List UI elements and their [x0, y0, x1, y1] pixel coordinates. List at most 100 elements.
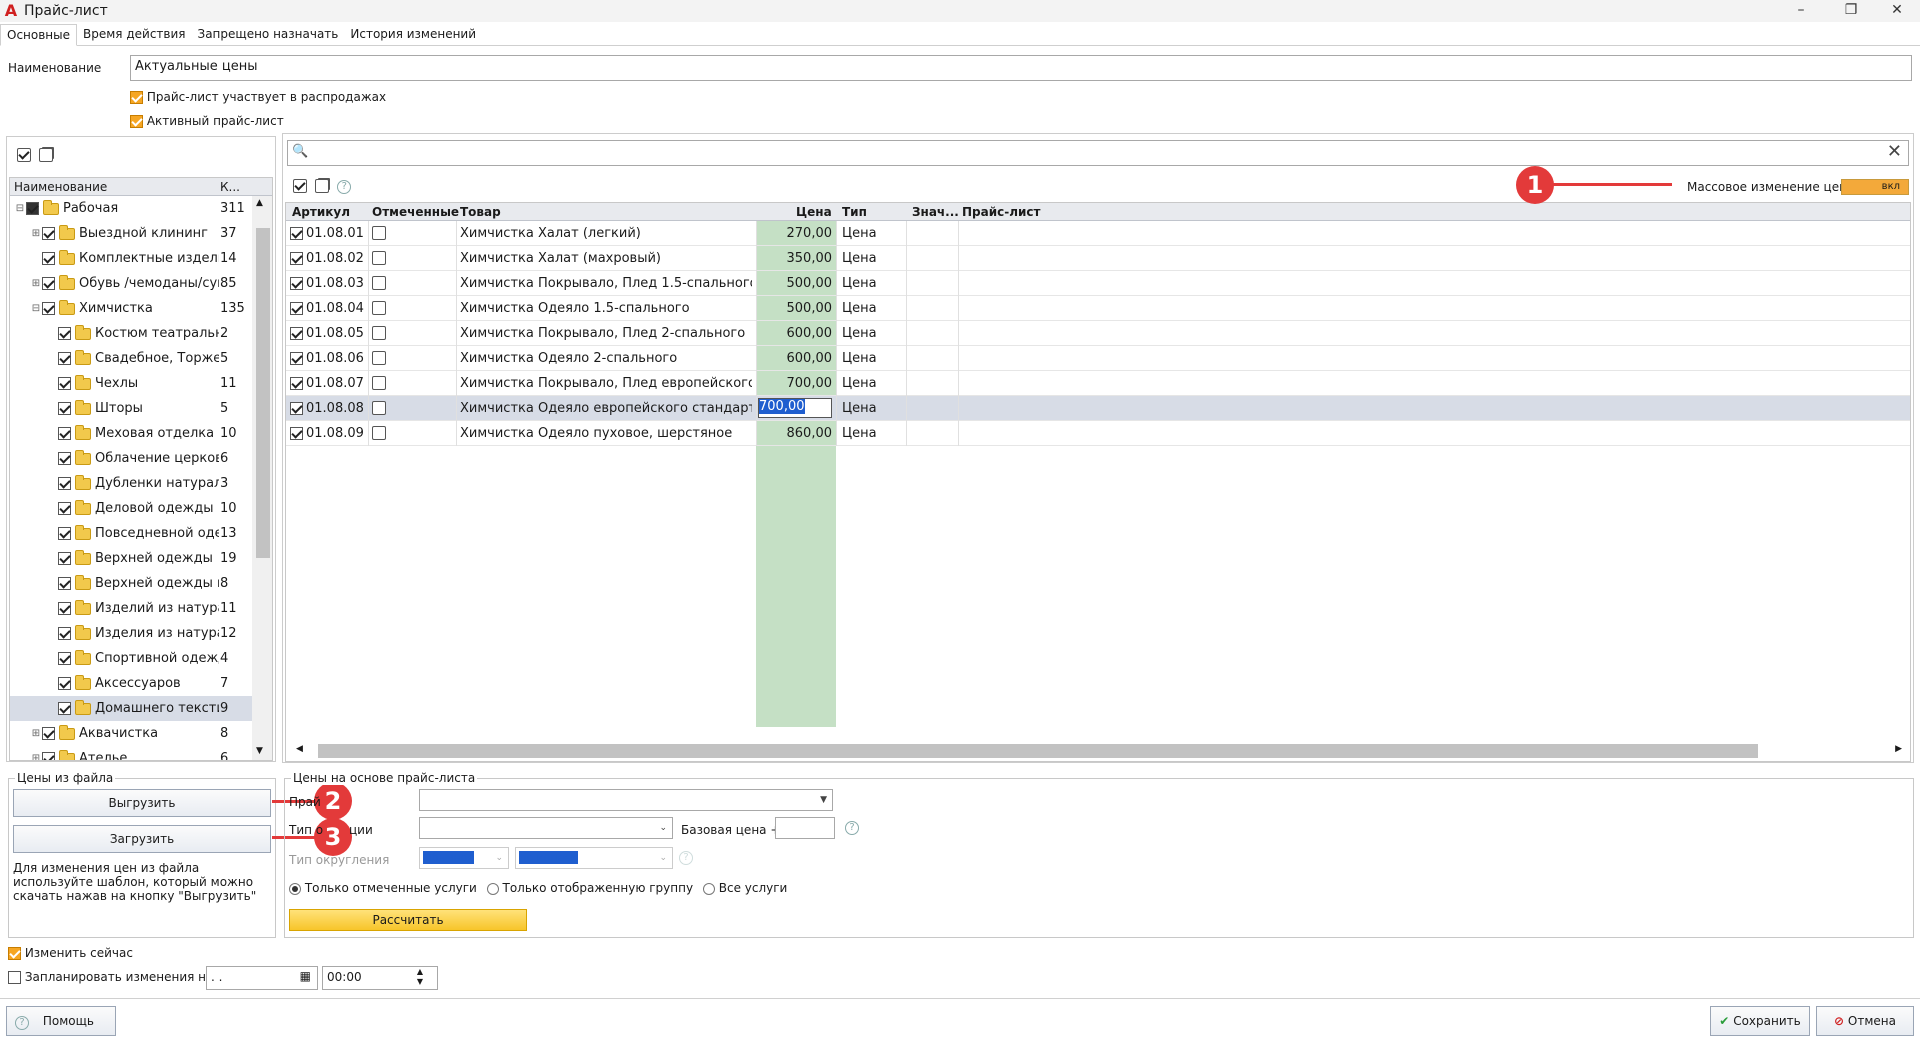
uncheck-all-icon[interactable] — [39, 147, 54, 162]
expand-icon[interactable]: ⊞ — [30, 753, 42, 760]
tree-item[interactable]: Спортивной одежд 4 — [10, 646, 252, 671]
radio-marked[interactable] — [289, 882, 301, 895]
row-marked-checkbox[interactable] — [372, 325, 386, 340]
tree-item-checkbox[interactable] — [58, 627, 71, 640]
table-row[interactable]: 01.08.02 Химчистка Халат (махровый) 350,00… — [286, 246, 1910, 271]
rounding-select-1[interactable]: Обычное ⌄ — [419, 847, 509, 869]
clear-search-icon[interactable]: ✕ — [1887, 141, 1902, 162]
pricelist-select[interactable]: ▼ — [419, 789, 833, 811]
col-article[interactable]: Артикул — [292, 205, 350, 219]
tree-item-checkbox[interactable] — [58, 327, 71, 340]
tree-item[interactable]: Костюм театральн 2 — [10, 321, 252, 346]
tree-scrollbar[interactable]: ▲ ▼ — [252, 196, 272, 760]
scroll-left-icon[interactable]: ◀ — [296, 744, 303, 754]
cell-price[interactable]: 270,00 — [758, 226, 833, 241]
tree-item[interactable]: Свадебное, Торжес 5 — [10, 346, 252, 371]
tree-item-checkbox[interactable] — [42, 227, 55, 240]
expand-icon[interactable]: ⊟ — [30, 303, 42, 314]
cell-price[interactable]: 700,00 — [758, 398, 832, 418]
row-marked-checkbox[interactable] — [372, 225, 386, 240]
tree-item[interactable]: Облачение церковно6 — [10, 446, 252, 471]
table-row[interactable]: 01.08.05 Химчистка Покрывало, Плед 2-спал… — [286, 321, 1910, 346]
tree-item-checkbox[interactable] — [58, 477, 71, 490]
tree-item-checkbox[interactable] — [58, 377, 71, 390]
search-box[interactable]: 🔍 ✕ — [287, 140, 1909, 166]
tree-item[interactable]: Деловой одежды 10 — [10, 496, 252, 521]
tree-item[interactable]: ⊞ Выездной клининг 37 — [10, 221, 252, 246]
price-edit-value[interactable]: 700,00 — [759, 399, 805, 414]
name-field[interactable]: Актуальные цены — [130, 55, 1912, 81]
minimize-button[interactable]: – — [1778, 0, 1824, 22]
col-price[interactable]: Цена — [796, 205, 832, 219]
tree-item-checkbox[interactable] — [42, 727, 55, 740]
row-marked-checkbox[interactable] — [372, 300, 386, 315]
row-marked-checkbox[interactable] — [372, 375, 386, 390]
tree-item[interactable]: ⊟ Химчистка 135 — [10, 296, 252, 321]
close-window-button[interactable]: ✕ — [1874, 0, 1920, 22]
rounding-help-icon[interactable]: ? — [679, 851, 693, 865]
tree-item-checkbox[interactable] — [58, 552, 71, 565]
table-row[interactable]: 01.08.03 Химчистка Покрывало, Плед 1.5-сп… — [286, 271, 1910, 296]
row-checkbox[interactable] — [290, 327, 303, 340]
row-checkbox[interactable] — [290, 252, 303, 265]
cell-price[interactable]: 700,00 — [758, 376, 833, 391]
tree-item[interactable]: Комплектные изделия 14 — [10, 246, 252, 271]
scroll-up-icon[interactable]: ▲ — [256, 198, 263, 208]
scroll-down-icon[interactable]: ▼ — [256, 746, 263, 756]
change-now-checkbox[interactable] — [8, 947, 21, 960]
time-spinner-icon[interactable]: ▲ ▼ — [417, 967, 423, 987]
tree-item-checkbox[interactable] — [58, 602, 71, 615]
col-product[interactable]: Товар — [460, 205, 501, 219]
row-checkbox[interactable] — [290, 377, 303, 390]
tree-item[interactable]: Шторы 5 — [10, 396, 252, 421]
table-row[interactable]: 01.08.01 Химчистка Халат (легкий) 270,00 Це… — [286, 221, 1910, 246]
table-row[interactable]: 01.08.07 Химчистка Покрывало, Плед европе… — [286, 371, 1910, 396]
row-checkbox[interactable] — [290, 302, 303, 315]
tree-item[interactable]: Изделий из натура 11 — [10, 596, 252, 621]
tree-col-name[interactable]: Наименование — [14, 180, 107, 194]
row-marked-checkbox[interactable] — [372, 425, 386, 440]
cell-price[interactable]: 500,00 — [758, 301, 833, 316]
tree-item-checkbox[interactable] — [58, 652, 71, 665]
schedule-checkbox[interactable] — [8, 971, 21, 984]
col-pricelist[interactable]: Прайс-лист — [962, 205, 1041, 219]
tree-item-checkbox[interactable] — [58, 677, 71, 690]
tree-col-count[interactable]: К... — [220, 180, 240, 194]
cell-price[interactable]: 860,00 — [758, 426, 833, 441]
rounding-select-2[interactable]: до копеек ⌄ — [515, 847, 673, 869]
op-type-select[interactable]: ⌄ — [419, 817, 673, 839]
row-checkbox[interactable] — [290, 352, 303, 365]
base-price-help-icon[interactable]: ? — [845, 821, 859, 835]
tree-item[interactable]: Дубленки натураль 3 — [10, 471, 252, 496]
tab-forbidden[interactable]: Запрещено назначать — [192, 24, 345, 46]
base-price-field[interactable] — [775, 817, 835, 839]
grid-uncheck-all-icon[interactable] — [315, 178, 330, 193]
row-checkbox[interactable] — [290, 402, 303, 415]
table-row[interactable]: 01.08.09 Химчистка Одеяло пуховое, шерстя… — [286, 421, 1910, 446]
expand-icon[interactable]: ⊞ — [30, 728, 42, 739]
participates-checkbox[interactable] — [130, 91, 143, 104]
cell-price[interactable]: 350,00 — [758, 251, 833, 266]
row-marked-checkbox[interactable] — [372, 400, 386, 415]
grid-hscroll-thumb[interactable] — [318, 744, 1758, 758]
mass-change-toggle[interactable]: вкл — [1841, 179, 1909, 195]
export-button[interactable]: Выгрузить — [13, 789, 271, 817]
col-type[interactable]: Тип — [842, 205, 867, 219]
schedule-time-field[interactable]: 00:00 ▲ ▼ — [322, 966, 438, 990]
tree-item-checkbox[interactable] — [42, 252, 55, 265]
restore-button[interactable]: ❐ — [1828, 0, 1874, 22]
col-value[interactable]: Знач... — [912, 205, 959, 219]
expand-icon[interactable]: ⊞ — [30, 228, 42, 239]
tree-item[interactable]: Аксессуаров 7 — [10, 671, 252, 696]
radio-all[interactable] — [702, 882, 715, 895]
tree-item[interactable]: ⊞ Аквачистка 8 — [10, 721, 252, 746]
col-marked[interactable]: Отмеченные — [372, 205, 459, 219]
tab-main[interactable]: Основные — [0, 24, 78, 46]
tree-item-checkbox[interactable] — [58, 452, 71, 465]
tree-item-checkbox[interactable] — [58, 352, 71, 365]
tree-item-checkbox[interactable] — [58, 502, 71, 515]
grid-hscrollbar[interactable]: ◀ ▶ — [286, 741, 1910, 761]
tree-item-checkbox[interactable] — [26, 202, 39, 215]
help-icon[interactable]: ? — [337, 180, 352, 194]
tree-item-checkbox[interactable] — [58, 577, 71, 590]
